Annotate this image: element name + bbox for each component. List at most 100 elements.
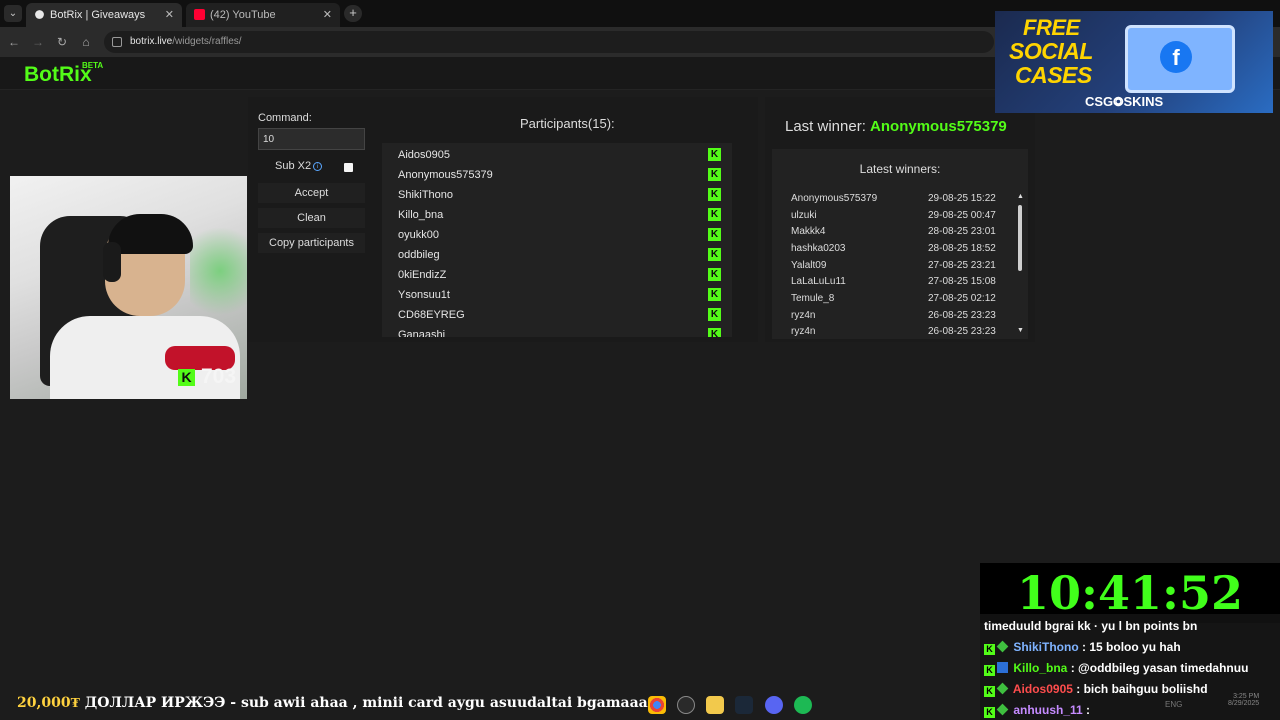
clean-button[interactable]: Clean <box>258 208 365 228</box>
kick-icon: K <box>708 228 721 241</box>
chrome-icon[interactable] <box>648 696 666 714</box>
sub-badge-icon <box>996 640 1009 653</box>
accept-button[interactable]: Accept <box>258 183 365 203</box>
participant-item: Killo_bna <box>398 209 444 221</box>
kick-icon: K <box>708 148 721 161</box>
last-winner: Last winner: Anonymous575379 <box>785 118 1007 135</box>
site-info-icon[interactable] <box>112 37 122 47</box>
winner-name: LaLaLuLu11 <box>791 276 846 287</box>
tab-label: BotRix | Giveaways <box>50 9 146 21</box>
chat-user: Killo_bna <box>1013 661 1068 675</box>
discord-icon[interactable] <box>765 696 783 714</box>
obs-icon[interactable] <box>677 696 695 714</box>
participant-item: 0kiEndizZ <box>398 269 447 281</box>
steam-icon[interactable] <box>735 696 753 714</box>
winner-date: 28-08-25 18:52 <box>928 243 996 254</box>
tab-label: (42) YouTube <box>210 9 276 21</box>
chat-text: timeduuld bgrai kk · yu l bn points bn <box>984 619 1198 633</box>
facebook-icon: f <box>1160 41 1192 73</box>
winners-scrollbar[interactable]: ▲ ▼ <box>1016 193 1024 337</box>
tab-botrix-giveaways[interactable]: BotRix | Giveaways ✕ <box>26 3 182 27</box>
spotify-icon[interactable] <box>794 696 812 714</box>
winner-name: Temule_8 <box>791 293 835 304</box>
tab-search-button[interactable]: ⌄ <box>4 5 22 22</box>
winner-name: ryz4n <box>791 326 816 337</box>
background-light <box>190 216 247 326</box>
chat-user: anhuush_11 <box>1013 703 1083 717</box>
chat-message: K Aidos0905 : bich baihguu boliishd <box>984 682 1208 697</box>
kick-icon: K <box>708 188 721 201</box>
home-icon[interactable]: ⌂ <box>77 33 95 51</box>
raffle-panel: Command: Sub X2 i Accept Clean Copy part… <box>248 97 758 342</box>
kick-badge-icon: K <box>984 707 995 718</box>
clock-time: 3:25 PM <box>1233 693 1260 700</box>
last-winner-label: Last winner: <box>785 118 866 135</box>
tab-close-icon[interactable]: ✕ <box>323 3 332 27</box>
points-counter: 703 <box>201 365 237 388</box>
ticker-text: 20,000₮ ДОЛЛАР ИРЖЭЭ - sub awii ahaa , m… <box>17 695 648 712</box>
participant-item: Ysonsuu1t <box>398 289 450 301</box>
info-icon[interactable]: i <box>313 162 322 171</box>
participant-item: oddbileg <box>398 249 440 261</box>
kick-icon: K <box>708 268 721 281</box>
participants-list[interactable]: Aidos0905 K Anonymous575379 K ShikiThono… <box>382 143 732 337</box>
chat-message: timeduuld bgrai kk · yu l bn points bn <box>984 619 1197 633</box>
kick-icon: K <box>708 288 721 301</box>
csgo-skins-ad[interactable]: FREE SOCIAL CASES f CSG⭗SKINS <box>995 11 1273 113</box>
kick-icon: K <box>178 369 195 386</box>
winner-date: 29-08-25 00:47 <box>928 210 996 221</box>
winner-date: 28-08-25 23:01 <box>928 226 996 237</box>
new-tab-button[interactable]: + <box>344 5 362 22</box>
ad-brand: CSG⭗SKINS <box>1085 94 1164 109</box>
scroll-thumb[interactable] <box>1018 205 1022 271</box>
url-domain: botrix.live <box>130 36 173 47</box>
latest-winners-box[interactable]: Latest winners: Anonymous575379 29-08-25… <box>772 149 1028 339</box>
kick-icon: K <box>708 308 721 321</box>
winner-date: 29-08-25 15:22 <box>928 193 996 204</box>
ad-line-3: CASES <box>1015 62 1092 88</box>
botrix-logo[interactable]: BotRix BETA <box>24 61 103 87</box>
system-clock[interactable]: 3:25 PM 8/29/2025 <box>1228 693 1259 707</box>
winner-name: ulzuki <box>791 210 817 221</box>
language-indicator[interactable]: ENG <box>1165 700 1182 709</box>
headset-icon <box>103 242 121 282</box>
winner-date: 27-08-25 23:21 <box>928 260 996 271</box>
chat-message: K Killo_bna : @oddbileg yasan timedahnuu <box>984 661 1248 676</box>
url-path: /widgets/raffles/ <box>172 36 242 47</box>
donation-ticker: 20,000₮ ДОЛЛАР ИРЖЭЭ - sub awii ahaa , m… <box>0 690 980 720</box>
tab-close-icon[interactable]: ✕ <box>165 3 174 27</box>
winner-date: 26-08-25 23:23 <box>928 326 996 337</box>
participant-item: CD68EYREG <box>398 309 465 321</box>
kick-icon: K <box>708 328 721 337</box>
participant-item: ShikiThono <box>398 189 454 201</box>
sub-badge-icon <box>996 682 1009 695</box>
command-label: Command: <box>258 112 312 124</box>
back-arrow-icon[interactable]: ← <box>5 33 23 51</box>
winner-name: Anonymous575379 <box>791 193 878 204</box>
file-explorer-icon[interactable] <box>706 696 724 714</box>
copy-participants-button[interactable]: Copy participants <box>258 233 365 253</box>
forward-arrow-icon[interactable]: → <box>29 33 47 51</box>
ticker-amount: 20,000₮ <box>17 695 80 711</box>
kick-icon: K <box>708 168 721 181</box>
participant-item: Anonymous575379 <box>398 169 493 181</box>
winner-name: hashka0203 <box>791 243 846 254</box>
scroll-down-icon[interactable]: ▼ <box>1017 327 1024 334</box>
sub-x2-checkbox[interactable] <box>344 163 353 172</box>
reload-icon[interactable]: ↻ <box>53 33 71 51</box>
chat-user: Aidos0905 <box>1012 682 1073 696</box>
chat-message: K anhuush_11 : <box>984 703 1090 718</box>
sub-x2-label: Sub X2 <box>275 160 312 172</box>
chat-text: : <box>1086 703 1091 717</box>
kick-badge-icon: K <box>984 644 995 655</box>
winner-name: ryz4n <box>791 310 816 321</box>
tab-youtube[interactable]: (42) YouTube ✕ <box>186 3 340 27</box>
scroll-up-icon[interactable]: ▲ <box>1017 193 1024 200</box>
address-bar[interactable]: botrix.live/widgets/raffles/ <box>104 31 994 53</box>
command-input[interactable] <box>258 128 365 150</box>
youtube-favicon-icon <box>194 9 205 20</box>
kick-badge-icon: K <box>984 665 995 676</box>
clock-date: 8/29/2025 <box>1228 700 1260 707</box>
chat-text: : bich baihguu boliishd <box>1076 682 1208 696</box>
winners-panel: Last winner: Anonymous575379 Latest winn… <box>765 97 1035 342</box>
